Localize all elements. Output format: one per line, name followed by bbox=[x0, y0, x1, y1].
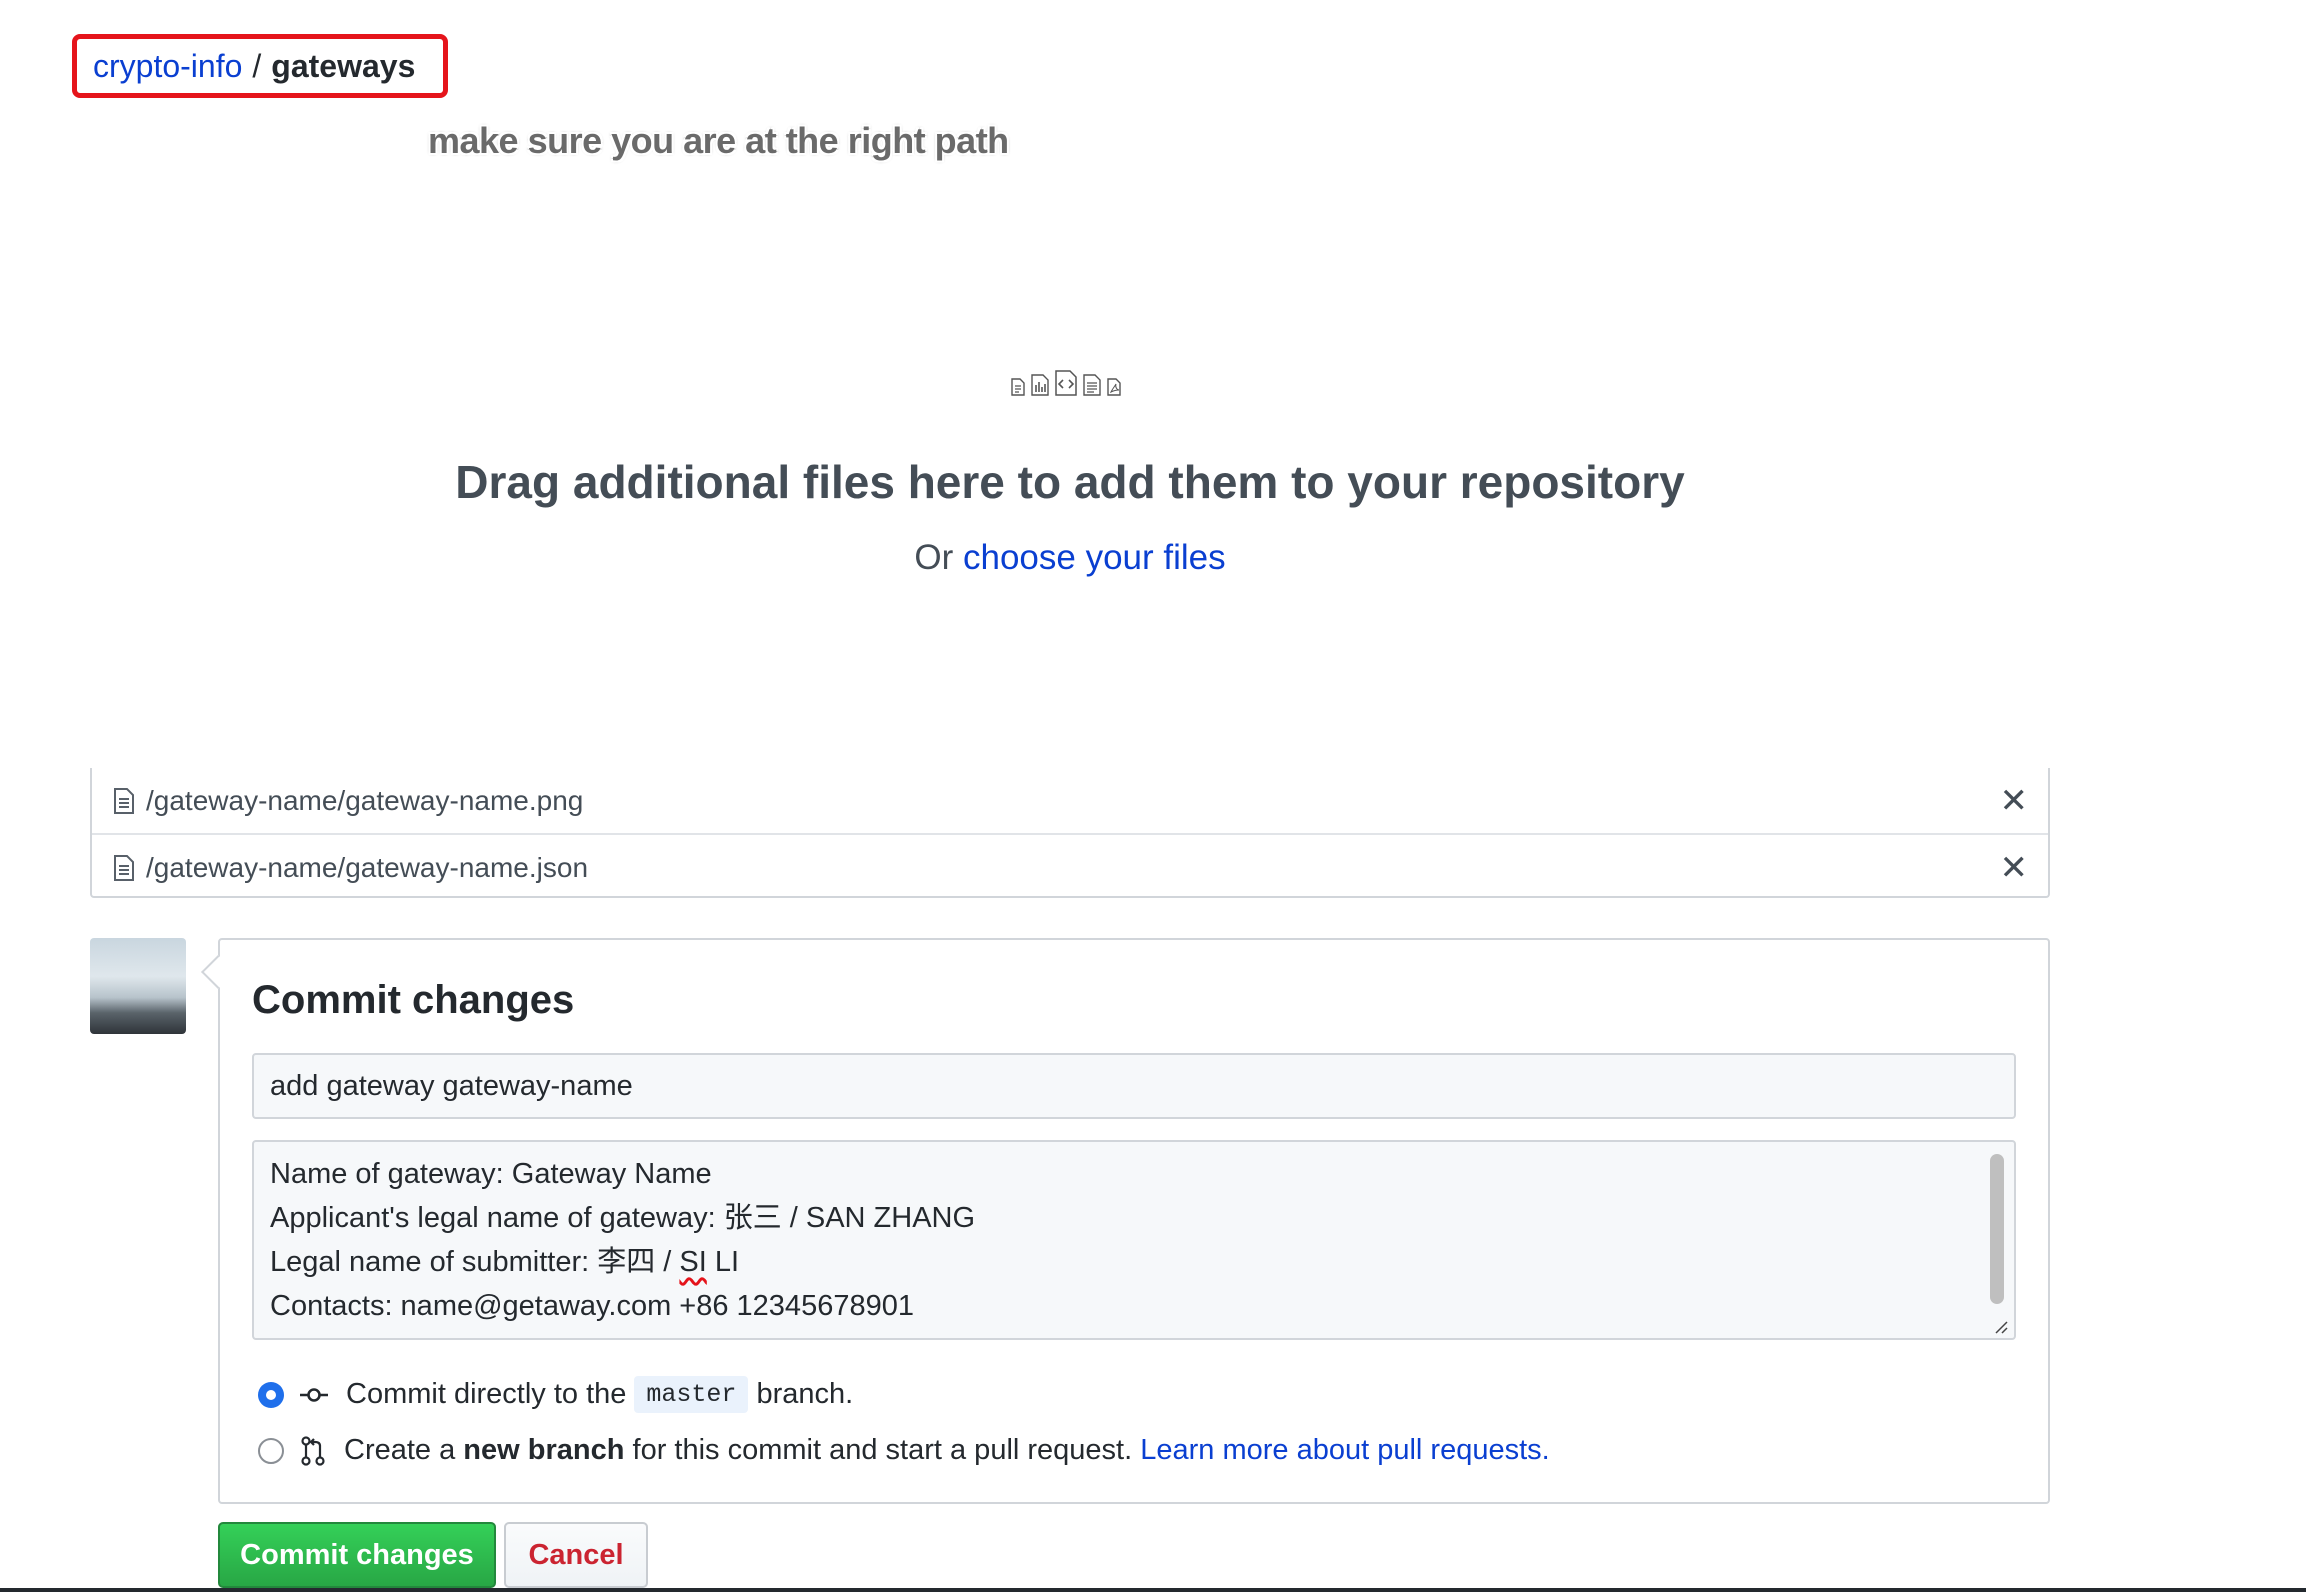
file-row: /gateway-name/gateway-name.png ✕ bbox=[92, 768, 2048, 833]
description-line: Name of gateway: Gateway Name bbox=[270, 1158, 712, 1190]
new-branch-prefix: Create a bbox=[344, 1434, 456, 1466]
file-name: /gateway-name/gateway-name.json bbox=[146, 851, 589, 883]
new-branch-option[interactable]: Create a new branch for this commit and … bbox=[258, 1434, 1550, 1467]
breadcrumb: crypto-info / gateways bbox=[72, 34, 448, 98]
path-annotation: make sure you are at the right path bbox=[428, 120, 1009, 161]
uploaded-file-list: /gateway-name/gateway-name.png ✕ /gatewa… bbox=[90, 768, 2050, 898]
branch-name: master bbox=[634, 1376, 749, 1413]
cancel-button[interactable]: Cancel bbox=[504, 1522, 648, 1588]
file-icon bbox=[1011, 378, 1025, 396]
commit-direct-option[interactable]: Commit directly to the master branch. bbox=[258, 1376, 853, 1413]
resize-handle-icon[interactable] bbox=[1992, 1318, 2008, 1334]
file-name: /gateway-name/gateway-name.png bbox=[146, 784, 584, 816]
pull-request-icon bbox=[300, 1435, 326, 1466]
textarea-scrollbar[interactable] bbox=[1990, 1154, 2004, 1304]
dropzone-prefix: Or bbox=[914, 538, 954, 577]
file-type-icons bbox=[1010, 370, 1122, 396]
commit-description-textarea[interactable]: Name of gateway: Gateway Name Applicant'… bbox=[252, 1140, 2016, 1340]
learn-more-link[interactable]: Learn more about pull requests. bbox=[1140, 1434, 1549, 1467]
commit-summary-input[interactable] bbox=[252, 1053, 2016, 1119]
radio-new-branch[interactable] bbox=[258, 1437, 284, 1464]
chart-file-icon bbox=[1031, 374, 1049, 396]
commit-changes-button[interactable]: Commit changes bbox=[218, 1522, 496, 1588]
file-text-icon bbox=[112, 787, 136, 815]
spellcheck-word: SI bbox=[679, 1246, 707, 1278]
breadcrumb-repo-link[interactable]: crypto-info bbox=[93, 48, 242, 85]
direct-suffix: branch. bbox=[756, 1378, 854, 1410]
radio-direct[interactable] bbox=[258, 1381, 284, 1408]
dropzone-subtitle: Or choose your files bbox=[0, 538, 2140, 578]
description-text: Legal name of submitter: 李四 / bbox=[270, 1246, 680, 1278]
code-file-icon bbox=[1055, 370, 1077, 396]
breadcrumb-current-folder: gateways bbox=[271, 47, 416, 84]
description-line: Applicant's legal name of gateway: 张三 / … bbox=[270, 1202, 976, 1234]
description-line: Legal name of submitter: 李四 / SI LI bbox=[270, 1240, 1954, 1284]
pdf-file-icon bbox=[1107, 378, 1121, 396]
file-row: /gateway-name/gateway-name.json ✕ bbox=[92, 833, 2048, 900]
breadcrumb-separator: / bbox=[252, 47, 262, 84]
direct-prefix: Commit directly to the bbox=[346, 1378, 627, 1410]
bottom-border bbox=[0, 1588, 2306, 1592]
remove-file-icon[interactable]: ✕ bbox=[2000, 848, 2029, 888]
file-text-icon bbox=[112, 854, 136, 882]
description-text: LI bbox=[706, 1246, 740, 1278]
new-branch-suffix: for this commit and start a pull request… bbox=[632, 1434, 1133, 1466]
new-branch-bold: new branch bbox=[463, 1434, 625, 1466]
commit-heading: Commit changes bbox=[252, 978, 575, 1022]
dropzone-title: Drag additional files here to add them t… bbox=[455, 456, 1685, 508]
git-commit-icon bbox=[300, 1385, 328, 1405]
remove-file-icon[interactable]: ✕ bbox=[2000, 781, 2029, 821]
avatar bbox=[90, 938, 186, 1034]
choose-files-link[interactable]: choose your files bbox=[963, 538, 1226, 577]
text-file-icon bbox=[1083, 374, 1101, 396]
description-line: Contacts: name@getaway.com +86 123456789… bbox=[270, 1290, 914, 1322]
